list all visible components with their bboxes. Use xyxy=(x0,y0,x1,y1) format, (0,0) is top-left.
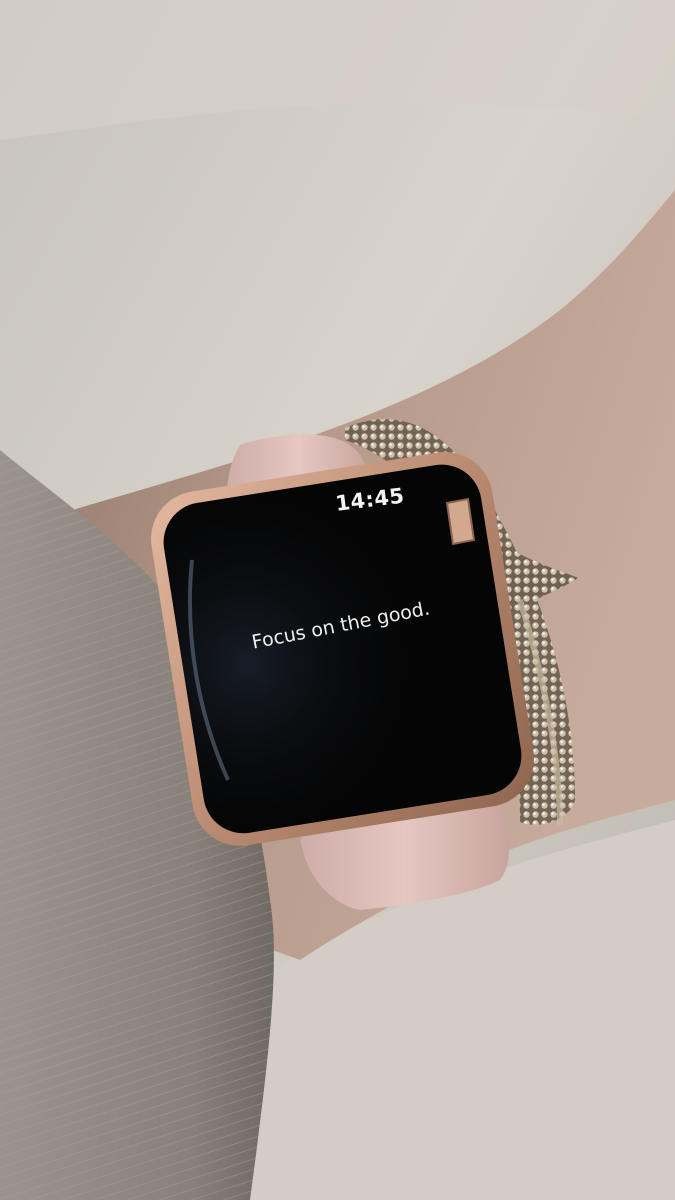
photo-scene xyxy=(0,0,675,1200)
watch-case xyxy=(151,452,534,846)
digital-crown xyxy=(445,497,476,546)
